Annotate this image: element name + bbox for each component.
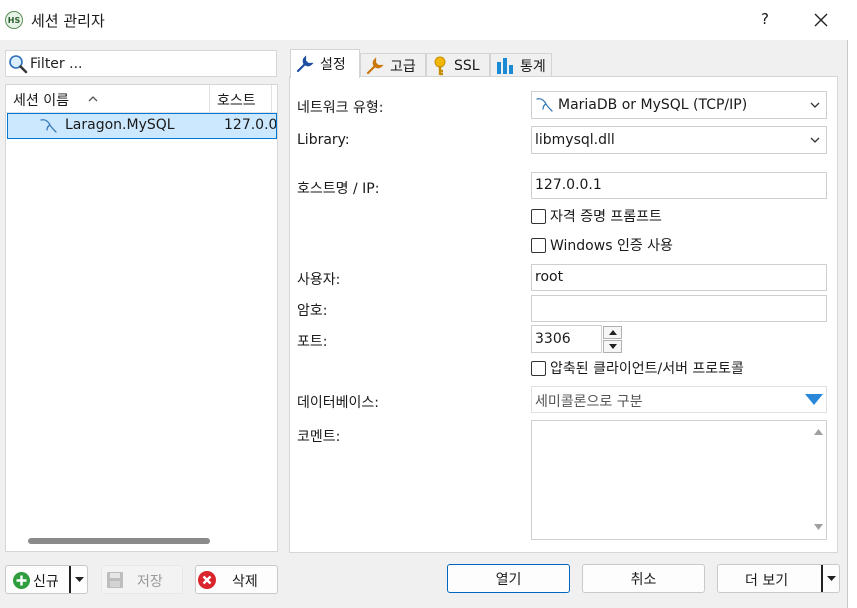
search-icon [9,55,28,74]
column-header-session-name-label: 세션 이름 [13,93,69,109]
window-title: 세션 관리자 [31,12,105,30]
port-input[interactable]: 3306 [531,325,602,353]
cancel-button-label: 취소 [630,571,657,588]
triangle-down-icon [75,577,84,582]
library-label: Library: [297,132,350,148]
session-host: 127.0.0.1 [224,117,276,133]
heidisql-app-icon: HS [5,11,23,29]
delete-icon [198,571,216,589]
open-button-label: 열기 [495,571,522,588]
more-button-label: 더 보기 [745,573,789,589]
compressed-protocol-checkbox[interactable]: 압축된 클라이언트/서버 프로토콜 [531,358,744,378]
triangle-down-icon [609,344,617,349]
checkbox-box [531,208,546,224]
port-increment-button[interactable] [603,326,622,339]
checkbox-box [531,360,546,376]
tab-settings-label: 설정 [320,57,346,73]
key-icon [431,56,449,76]
wrench-orange-icon [365,56,385,76]
save-button[interactable]: 저장 [101,565,183,594]
user-label: 사용자: [297,272,341,288]
hostname-input[interactable]: 127.0.0.1 [531,172,827,199]
new-dropdown-button[interactable] [69,566,87,593]
sort-ascending-icon [88,96,98,102]
dropdown-arrow-icon [805,394,823,405]
port-stepper[interactable] [603,326,622,353]
network-type-select[interactable]: MariaDB or MySQL (TCP/IP) [531,91,827,119]
wrench-icon [295,54,315,74]
network-type-label: 네트워크 유형: [297,100,384,116]
close-icon [814,13,828,27]
new-button[interactable]: 신규 [5,565,88,594]
databases-label: 데이터베이스: [297,395,379,411]
horizontal-scrollbar[interactable] [28,538,210,544]
close-button[interactable] [810,6,834,34]
user-input[interactable]: root [531,264,827,291]
filter-input[interactable] [30,54,270,74]
library-select[interactable]: libmysql.dll [531,126,827,154]
databases-placeholder: 세미콜론으로 구분 [535,394,643,410]
more-dropdown-button[interactable] [821,565,839,592]
mysql-dolphin-icon [536,98,553,112]
vertical-scrollbar[interactable] [810,421,826,539]
mysql-dolphin-icon [40,119,57,133]
new-button-label: 신규 [33,574,59,590]
tab-advanced[interactable]: 고급 [360,53,426,77]
network-type-value: MariaDB or MySQL (TCP/IP) [558,97,748,113]
help-button[interactable]: ? [755,10,775,28]
filter-box[interactable] [5,50,277,77]
tab-statistics-label: 통계 [520,58,546,75]
background-window-edge [848,0,857,608]
save-button-label: 저장 [137,574,163,590]
save-icon [107,572,123,588]
prompt-credentials-checkbox[interactable]: 자격 증명 프롬프트 [531,206,662,226]
password-input[interactable] [531,295,827,322]
library-value: libmysql.dll [535,132,615,148]
cancel-button[interactable]: 취소 [582,564,705,593]
chevron-down-icon [810,102,820,108]
session-row-laragon-mysql[interactable]: Laragon.MySQL 127.0.0.1 [7,113,277,139]
add-icon [13,572,30,589]
tab-ssl[interactable]: SSL [426,53,490,77]
session-list-header: 세션 이름 호스트 [6,85,277,113]
tab-settings[interactable]: 설정 [290,49,360,78]
delete-button-label: 삭제 [232,574,258,590]
bar-chart-icon [495,56,515,76]
hostname-label: 호스트명 / IP: [297,181,380,197]
session-manager-window: HS 세션 관리자 ? 세션 이름 호스트 Laragon [0,0,848,608]
password-label: 암호: [297,303,328,319]
databases-select[interactable]: 세미콜론으로 구분 [531,386,827,413]
triangle-up-icon [609,330,617,335]
open-button[interactable]: 열기 [447,564,570,593]
checkbox-box [531,237,546,253]
port-decrement-button[interactable] [603,340,622,353]
windows-auth-label: Windows 인증 사용 [550,238,673,254]
session-tree[interactable]: 세션 이름 호스트 Laragon.MySQL 127.0.0.1 [5,84,278,552]
column-header-host-label: 호스트 [217,93,256,109]
scroll-up-icon [814,429,823,435]
more-button[interactable]: 더 보기 [717,564,840,593]
tab-ssl-label: SSL [454,57,480,74]
windows-auth-checkbox[interactable]: Windows 인증 사용 [531,235,673,255]
chevron-down-icon [810,137,820,143]
tab-advanced-label: 고급 [390,58,416,75]
session-name: Laragon.MySQL [65,117,175,133]
comment-label: 코멘트: [297,429,341,445]
scroll-down-icon [814,524,823,530]
column-header-session-name[interactable]: 세션 이름 [6,85,210,113]
compressed-protocol-label: 압축된 클라이언트/서버 프로토콜 [550,361,744,377]
port-label: 포트: [297,334,328,350]
title-bar: HS 세션 관리자 ? [0,0,848,40]
delete-button[interactable]: 삭제 [195,565,278,594]
tab-statistics[interactable]: 통계 [490,53,552,77]
prompt-credentials-label: 자격 증명 프롬프트 [550,209,662,225]
comment-textarea[interactable] [531,420,827,540]
column-header-host[interactable]: 호스트 [210,85,272,113]
triangle-down-icon [827,576,836,581]
